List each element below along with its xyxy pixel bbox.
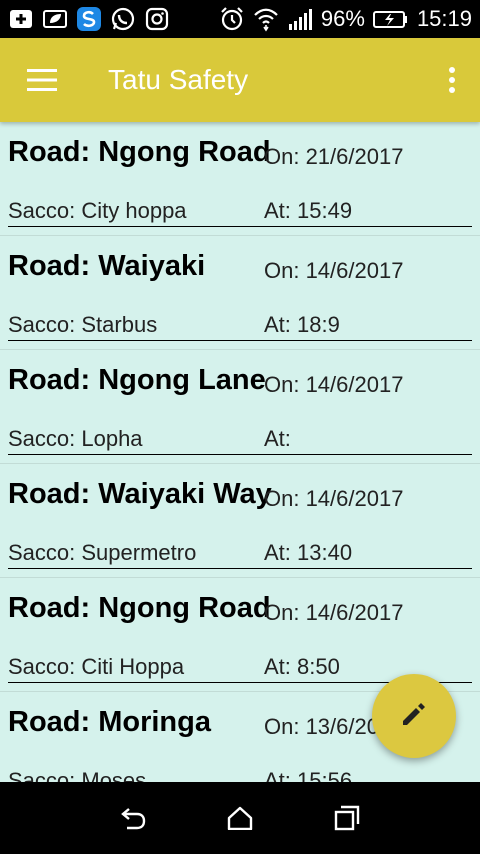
status-bar: 96% 15:19 (0, 0, 480, 38)
list-item[interactable]: Road: Waiyaki On: 14/6/2017 Sacco: Starb… (0, 236, 480, 350)
status-right-icons: 96% 15:19 (219, 6, 472, 32)
alarm-icon (219, 6, 245, 32)
more-vert-icon[interactable] (424, 38, 480, 122)
road-label: Road: Waiyaki (8, 250, 206, 282)
date-label: On: 14/6/2017 (264, 600, 404, 625)
road-label: Road: Moringa (8, 706, 211, 738)
list-item[interactable]: Road: Ngong Lane On: 14/6/2017 Sacco: Lo… (0, 350, 480, 464)
sacco-label: Sacco: Citi Hoppa (8, 654, 185, 679)
time-label: At: 13:40 (264, 540, 353, 565)
edit-pencil-icon (400, 700, 428, 733)
divider (8, 340, 472, 341)
road-label: Road: Waiyaki Way (8, 478, 272, 510)
edit-fab-button[interactable] (372, 674, 456, 758)
time-label: At: 15:56 (264, 768, 353, 782)
instagram-icon (144, 6, 170, 32)
back-icon[interactable] (103, 788, 163, 848)
divider (8, 568, 472, 569)
sacco-label: Sacco: Moses (8, 768, 147, 782)
s-app-icon (76, 6, 102, 32)
clock: 15:19 (416, 6, 472, 31)
battery-percent: 96% (320, 6, 365, 31)
divider (8, 454, 472, 455)
whatsapp-icon (110, 6, 136, 32)
time-label: At: 18:9 (264, 312, 340, 337)
signal-icon (287, 6, 313, 32)
sacco-label: Sacco: City hoppa (8, 198, 187, 223)
sacco-label: Sacco: Supermetro (8, 540, 197, 565)
time-label: At: (264, 426, 291, 451)
divider (8, 226, 472, 227)
date-label: On: 14/6/2017 (264, 258, 404, 283)
road-label: Road: Ngong Road (8, 592, 271, 624)
time-label: At: 8:50 (264, 654, 340, 679)
add-icon (8, 6, 34, 32)
time-label: At: 15:49 (264, 198, 353, 223)
battery-icon (372, 6, 409, 32)
status-left-icons (8, 6, 170, 32)
leaf-icon (42, 6, 68, 32)
home-icon[interactable] (210, 788, 270, 848)
list-item[interactable]: Road: Ngong Road On: 21/6/2017 Sacco: Ci… (0, 122, 480, 236)
hamburger-menu-icon[interactable] (0, 38, 84, 122)
date-label: On: 14/6/2017 (264, 486, 404, 511)
recents-icon[interactable] (317, 788, 377, 848)
page-title: Tatu Safety (108, 64, 249, 95)
date-label: On: 14/6/2017 (264, 372, 404, 397)
road-label: Road: Ngong Lane (8, 364, 266, 396)
road-label: Road: Ngong Road (8, 136, 271, 168)
wifi-icon (253, 6, 279, 32)
list-item[interactable]: Road: Waiyaki Way On: 14/6/2017 Sacco: S… (0, 464, 480, 578)
sacco-label: Sacco: Starbus (8, 312, 158, 337)
sacco-label: Sacco: Lopha (8, 426, 143, 451)
date-label: On: 21/6/2017 (264, 144, 404, 169)
app-toolbar: Tatu Safety (0, 38, 480, 122)
system-nav-bar (0, 782, 480, 854)
